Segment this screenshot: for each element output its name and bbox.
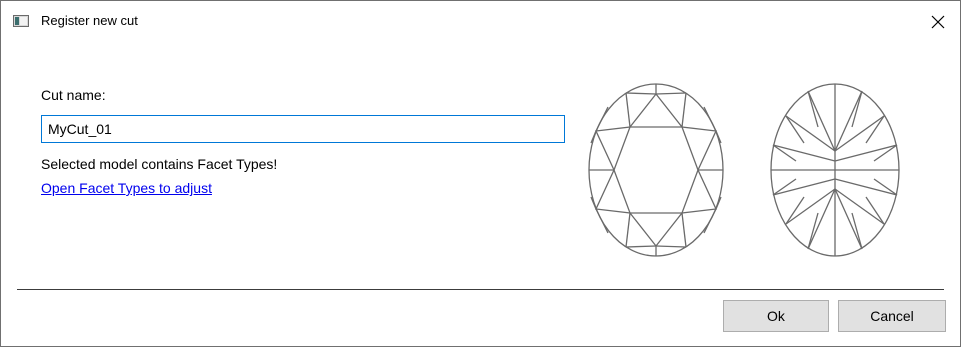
- dialog-title: Register new cut: [41, 13, 138, 28]
- cancel-button[interactable]: Cancel: [838, 300, 946, 332]
- oval-crown-facet-diagram: [588, 83, 724, 257]
- app-window-icon: [13, 15, 29, 27]
- facet-types-notice: Selected model contains Facet Types!: [41, 156, 278, 172]
- title-bar: Register new cut: [1, 1, 960, 41]
- close-icon: [931, 15, 945, 29]
- register-cut-dialog: Register new cut Cut name: Selected mode…: [0, 0, 961, 347]
- oval-pavilion-facet-diagram: [770, 83, 900, 257]
- cut-name-label: Cut name:: [41, 87, 106, 103]
- footer-divider: [17, 289, 944, 290]
- close-button[interactable]: [924, 9, 952, 35]
- ok-button[interactable]: Ok: [723, 300, 829, 332]
- cut-name-input[interactable]: [41, 115, 565, 143]
- open-facet-types-link[interactable]: Open Facet Types to adjust: [41, 180, 212, 196]
